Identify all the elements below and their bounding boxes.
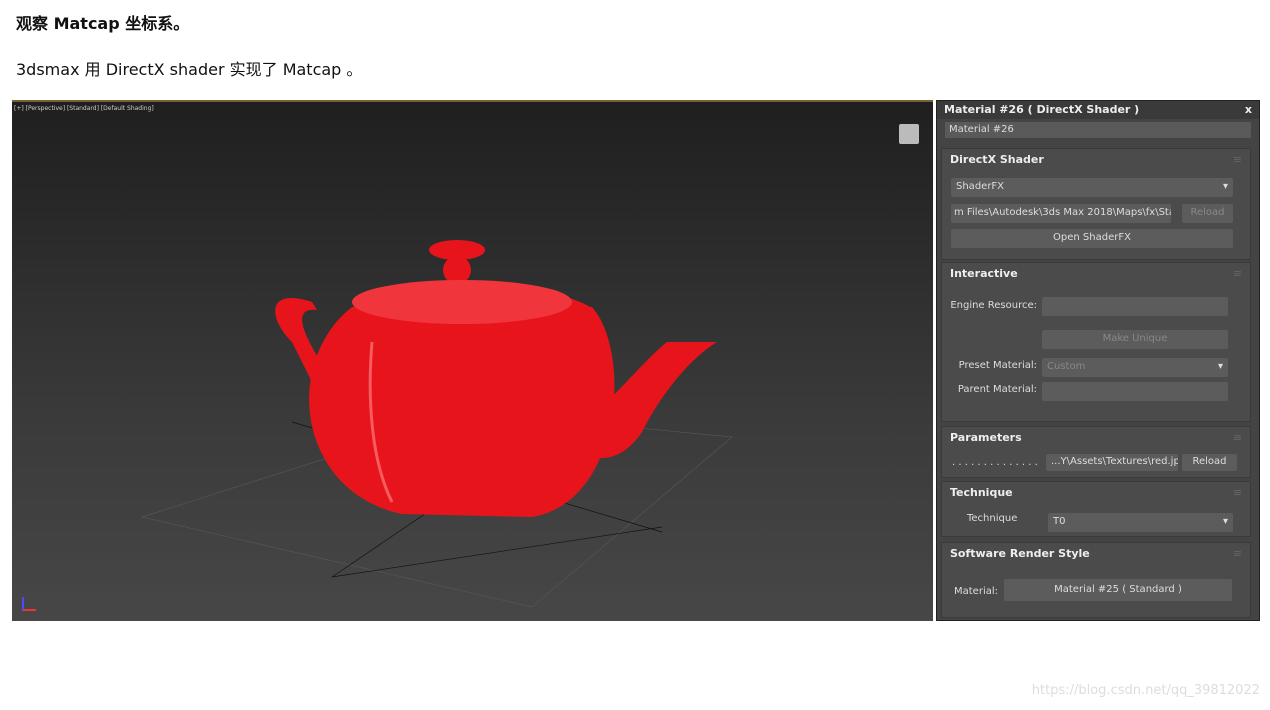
- chevron-down-icon: ▾: [1222, 516, 1228, 527]
- section-header[interactable]: Technique ≡: [942, 482, 1250, 502]
- engine-resource-input[interactable]: [1042, 297, 1228, 316]
- section-title: DirectX Shader: [950, 153, 1044, 166]
- technique-value: T0: [1053, 516, 1066, 527]
- section-title: Technique: [950, 486, 1013, 499]
- preset-material-label: Preset Material:: [958, 360, 1037, 371]
- material-button[interactable]: Material #25 ( Standard ): [1004, 579, 1232, 601]
- chevron-down-icon: ▾: [1217, 361, 1223, 372]
- viewport[interactable]: [+] [Perspective] [Standard] [Default Sh…: [12, 100, 933, 621]
- shader-dropdown[interactable]: ShaderFX ▾: [951, 178, 1233, 197]
- menu-icon: ≡: [1232, 267, 1242, 280]
- parent-material-label: Parent Material:: [957, 384, 1037, 395]
- section-header[interactable]: Interactive ≡: [942, 263, 1250, 283]
- section-header[interactable]: Software Render Style ≡: [942, 543, 1250, 563]
- material-label: Material:: [954, 586, 998, 597]
- section-technique: Technique ≡ Technique T0 ▾: [941, 481, 1251, 537]
- scene: [140, 240, 733, 608]
- section-parameters: Parameters ≡ . . . . . . . . . . . . . . …: [941, 426, 1251, 478]
- section-header[interactable]: DirectX Shader ≡: [942, 149, 1250, 169]
- chevron-down-icon: ▾: [1222, 181, 1228, 192]
- texture-path-button[interactable]: ...Y\Assets\Textures\red.jpg: [1046, 454, 1178, 471]
- section-title: Parameters: [950, 431, 1022, 444]
- menu-icon: ≡: [1232, 431, 1242, 444]
- viewcube-icon[interactable]: [899, 124, 919, 144]
- material-name-input[interactable]: Material #26: [945, 122, 1251, 138]
- heading: 观察 Matcap 坐标系。: [16, 14, 190, 33]
- section-directx-shader: DirectX Shader ≡ ShaderFX ▾ m Files\Autode…: [941, 148, 1251, 260]
- shader-path-input[interactable]: m Files\Autodesk\3ds Max 2018\Maps\fx\St…: [951, 204, 1171, 223]
- watermark: https://blog.csdn.net/qq_39812022: [1031, 683, 1260, 698]
- reload-button[interactable]: Reload: [1182, 204, 1233, 223]
- texture-reload-button[interactable]: Reload: [1182, 454, 1237, 471]
- engine-resource-label: Engine Resource:: [950, 300, 1037, 311]
- shader-value: ShaderFX: [956, 181, 1005, 192]
- section-title: Interactive: [950, 267, 1018, 280]
- technique-label: Technique: [967, 513, 1018, 524]
- menu-icon: ≡: [1232, 153, 1242, 166]
- section-title: Software Render Style: [950, 547, 1090, 560]
- open-shaderfx-button[interactable]: Open ShaderFX: [951, 229, 1233, 248]
- paragraph: 3dsmax 用 DirectX shader 实现了 Matcap 。: [16, 60, 363, 79]
- close-button[interactable]: x: [1245, 103, 1252, 117]
- preset-material-dropdown[interactable]: Custom ▾: [1042, 358, 1228, 377]
- menu-icon: ≡: [1232, 547, 1242, 560]
- panel-title-text: Material #26 ( DirectX Shader ): [944, 103, 1140, 116]
- technique-dropdown[interactable]: T0 ▾: [1048, 513, 1233, 532]
- axis-gizmo-icon: [22, 597, 36, 611]
- section-interactive: Interactive ≡ Engine Resource: Make Uniqu…: [941, 262, 1251, 422]
- preset-value: Custom: [1047, 361, 1086, 372]
- menu-icon: ≡: [1232, 486, 1242, 499]
- panel-title: Material #26 ( DirectX Shader ) x: [937, 101, 1259, 119]
- teapot: [275, 240, 717, 517]
- section-header[interactable]: Parameters ≡: [942, 427, 1250, 447]
- parameter-dots: . . . . . . . . . . . . . .: [952, 457, 1038, 468]
- parent-material-input[interactable]: [1042, 382, 1228, 401]
- material-editor-panel: Material #26 ( DirectX Shader ) x Materia…: [936, 100, 1260, 621]
- make-unique-button[interactable]: Make Unique: [1042, 330, 1228, 349]
- section-software-render-style: Software Render Style ≡ Material: Materia…: [941, 542, 1251, 618]
